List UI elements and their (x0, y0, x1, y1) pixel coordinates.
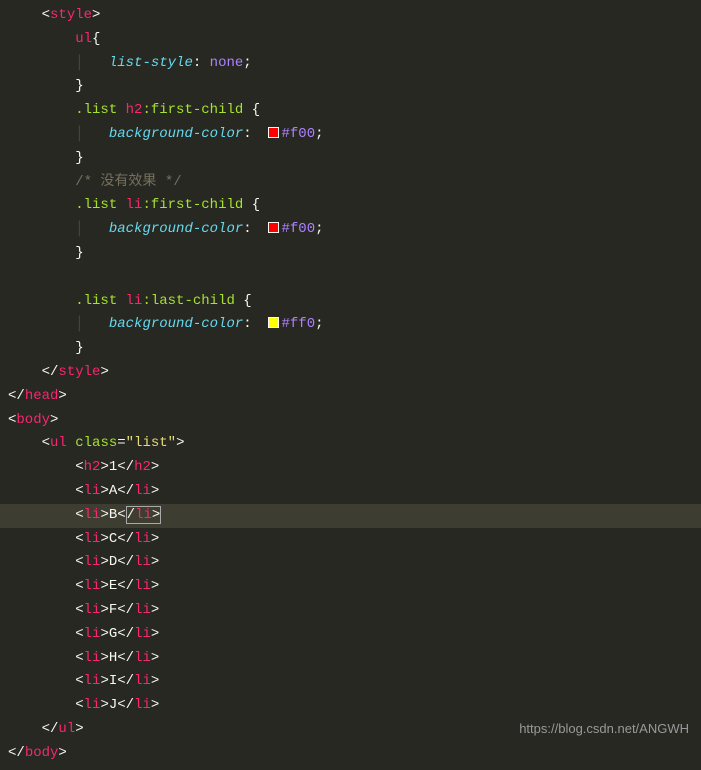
code-line: </head> (0, 385, 701, 409)
color-swatch-red (268, 127, 279, 138)
code-line: } (0, 337, 701, 361)
code-line: } (0, 242, 701, 266)
code-line: │ list-style: none; (0, 52, 701, 76)
code-line: ul{ (0, 28, 701, 52)
code-line: <ul class="list"> (0, 432, 701, 456)
code-line: } (0, 75, 701, 99)
code-line: │ background-color: #ff0; (0, 313, 701, 337)
code-line: } (0, 147, 701, 171)
code-line: <li>H</li> (0, 647, 701, 671)
code-line: <li>G</li> (0, 623, 701, 647)
code-line: <li>I</li> (0, 670, 701, 694)
code-line: │ background-color: #f00; (0, 218, 701, 242)
code-line: <li>A</li> (0, 480, 701, 504)
code-line: <li>B</li> (0, 504, 701, 528)
code-line: </body> (0, 742, 701, 766)
watermark: https://blog.csdn.net/ANGWH (519, 718, 689, 740)
code-line: │ background-color: #f00; (0, 123, 701, 147)
code-line: .list li:last-child { (0, 290, 701, 314)
code-line: <li>J</li> (0, 694, 701, 718)
code-line (0, 266, 701, 290)
code-line: /* 没有效果 */ (0, 171, 701, 195)
code-line: <li>E</li> (0, 575, 701, 599)
code-line: <h2>1</h2> (0, 456, 701, 480)
color-swatch-yellow (268, 317, 279, 328)
code-line: .list li:first-child { (0, 194, 701, 218)
code-editor[interactable]: <style> ul{ │ list-style: none; } .list … (0, 0, 701, 770)
color-swatch-red (268, 222, 279, 233)
code-line: <li>F</li> (0, 599, 701, 623)
code-line: <li>D</li> (0, 551, 701, 575)
code-line: </style> (0, 361, 701, 385)
code-line: <li>C</li> (0, 528, 701, 552)
code-line: <body> (0, 409, 701, 433)
code-line: .list h2:first-child { (0, 99, 701, 123)
code-line: <style> (0, 4, 701, 28)
